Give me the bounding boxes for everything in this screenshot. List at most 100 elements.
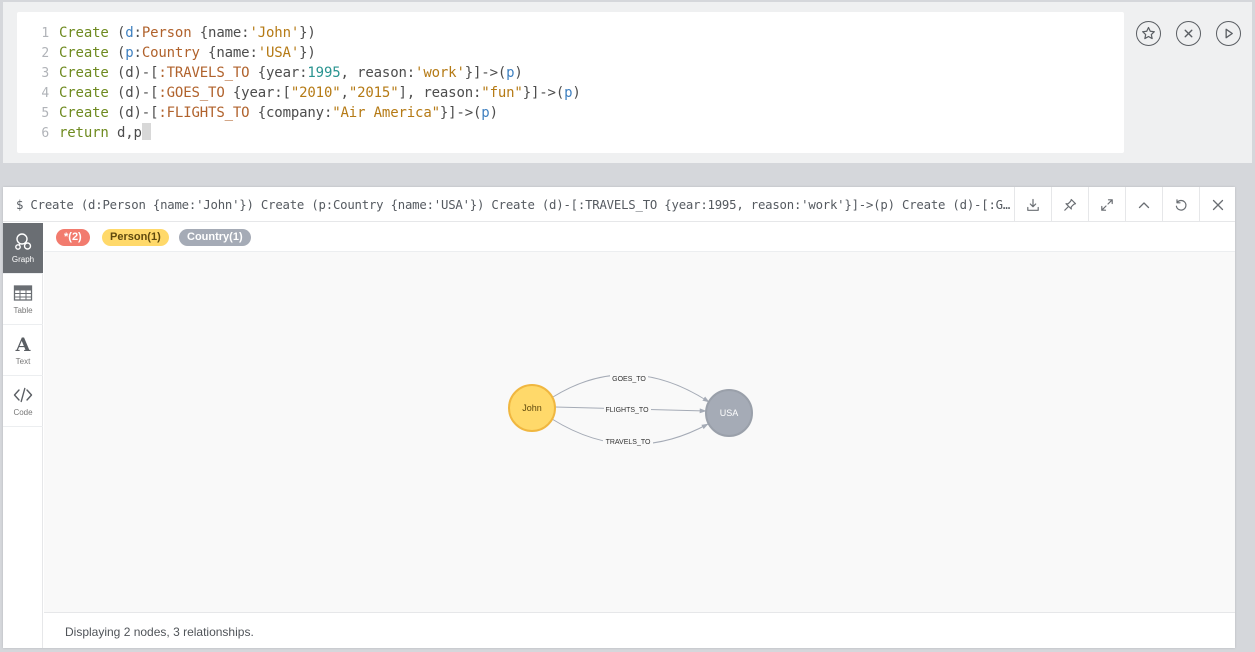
status-text: Displaying 2 nodes, 3 relationships. [65,625,254,639]
code-line[interactable]: 5 Create (d)-[:FLIGHTS_TO {company:"Air A… [17,103,498,123]
query-title[interactable]: $ Create (d:Person {name:'John'}) Create… [16,187,1011,222]
close-circle-icon [1184,29,1193,38]
fullscreen-button[interactable] [1088,187,1124,222]
rerun-icon [1175,198,1187,211]
code-token: p [125,45,134,61]
code-token: Country [141,45,200,61]
pin-button[interactable] [1051,187,1087,222]
code-token: Create [59,45,109,61]
view-tab-label: Text [15,357,31,366]
code-token: d [125,25,134,41]
code-token: 'USA' [257,45,300,61]
code-token: "2010" [290,85,341,101]
collapse-icon [1138,201,1149,208]
cypher-editor[interactable]: 1 Create (d:Person {name:'John'}) 2 Create … [17,12,1124,153]
line-number: 5 [41,106,49,121]
code-token: : [133,25,142,41]
graph-icon [15,233,32,250]
result-header: $ Create (d:Person {name:'John'}) Create… [3,187,1235,222]
code-token: }) [299,45,316,61]
code-token: "2015" [348,85,399,101]
code-icon [13,387,33,403]
view-tab-label: Code [13,408,33,417]
code-token: :FLIGHTS_TO [158,105,250,121]
relationship-label: FLIGHTS_TO [605,407,649,414]
download-icon [1026,198,1039,211]
code-line[interactable]: 4 Create (d)-[:GOES_TO {year:["2010","201… [17,83,581,103]
graph-canvas[interactable]: GOES_TO FLIGHTS_TO TRAVELS_TO John USA [44,252,1235,612]
code-token: Person [141,25,192,41]
relationship-label: TRAVELS_TO [606,439,651,446]
code-token: Create [59,105,109,121]
code-token: p [481,105,490,121]
code-token: ) [489,105,498,121]
close-icon [1212,199,1223,210]
legend-person-pill[interactable]: Person(1) [102,229,169,246]
text-icon: A [15,334,31,354]
code-token: {name: [199,45,258,61]
code-token: }]->( [522,85,565,101]
favorite-button[interactable] [1136,21,1161,46]
code-token: 1995 [307,65,341,81]
result-frame: $ Create (d:Person {name:'John'}) Create… [3,187,1235,648]
line-number: 3 [41,66,49,81]
code-token: :GOES_TO [158,85,225,101]
code-token: (d)-[ [108,65,159,81]
code-token: "fun" [481,85,523,101]
view-tab-label: Table [13,306,33,315]
code-line[interactable]: 2 Create (p:Country {name:'USA'}) [17,43,316,63]
code-token: ( [108,25,126,41]
view-tab-label: Graph [11,255,35,264]
code-token: d,p [108,125,142,141]
star-icon [1142,26,1155,40]
view-tab-table[interactable]: Table [3,274,43,325]
graph-svg: GOES_TO FLIGHTS_TO TRAVELS_TO John USA [508,372,753,447]
code-token: : [133,45,142,61]
code-token: {company: [249,105,333,121]
code-token: 'work' [415,65,465,81]
code-token: :TRAVELS_TO [158,65,250,81]
expand-icon [1100,198,1113,211]
view-tab-graph[interactable]: Graph [3,223,43,274]
code-token: , [340,85,349,101]
download-button[interactable] [1014,187,1050,222]
relationship-label: GOES_TO [612,376,646,383]
text-cursor [141,123,151,140]
code-token: }]->( [439,105,482,121]
line-number: 4 [41,86,49,101]
code-token: ], reason: [398,85,482,101]
code-token: {year: [249,65,308,81]
code-token: (d)-[ [108,85,159,101]
run-query-button[interactable] [1216,21,1241,46]
code-token: {name: [191,25,250,41]
pin-icon [1063,198,1076,211]
code-line[interactable]: 3 Create (d)-[:TRAVELS_TO {year:1995, rea… [17,63,523,83]
code-token: ) [572,85,581,101]
clear-editor-button[interactable] [1176,21,1201,46]
close-result-button[interactable] [1199,187,1235,222]
view-sidebar: Graph Table A Text Code [3,223,43,648]
node-john[interactable]: John [508,384,556,432]
node-usa[interactable]: USA [705,389,753,437]
line-number: 1 [41,26,49,41]
code-token: (d)-[ [108,105,159,121]
line-number: 6 [41,126,49,141]
code-token: Create [59,25,109,41]
legend-country-pill[interactable]: Country(1) [179,229,251,246]
collapse-button[interactable] [1125,187,1161,222]
graph-legend: *(2) Person(1) Country(1) [44,223,1235,252]
view-tab-text[interactable]: A Text [3,325,43,376]
svg-text:John: John [522,403,542,413]
code-token: Create [59,85,109,101]
view-tab-code[interactable]: Code [3,376,43,427]
svg-text:A: A [15,334,31,354]
code-line[interactable]: 6 return d,p [17,123,151,143]
result-status-bar: Displaying 2 nodes, 3 relationships. [44,612,1235,648]
code-token: {year:[ [224,85,291,101]
legend-all-nodes-pill[interactable]: *(2) [56,229,90,246]
code-token: "Air America" [332,105,440,121]
code-line[interactable]: 1 Create (d:Person {name:'John'}) [17,23,316,43]
query-editor-frame: 1 Create (d:Person {name:'John'}) 2 Create … [3,2,1252,163]
svg-text:USA: USA [720,408,739,418]
rerun-button[interactable] [1162,187,1198,222]
